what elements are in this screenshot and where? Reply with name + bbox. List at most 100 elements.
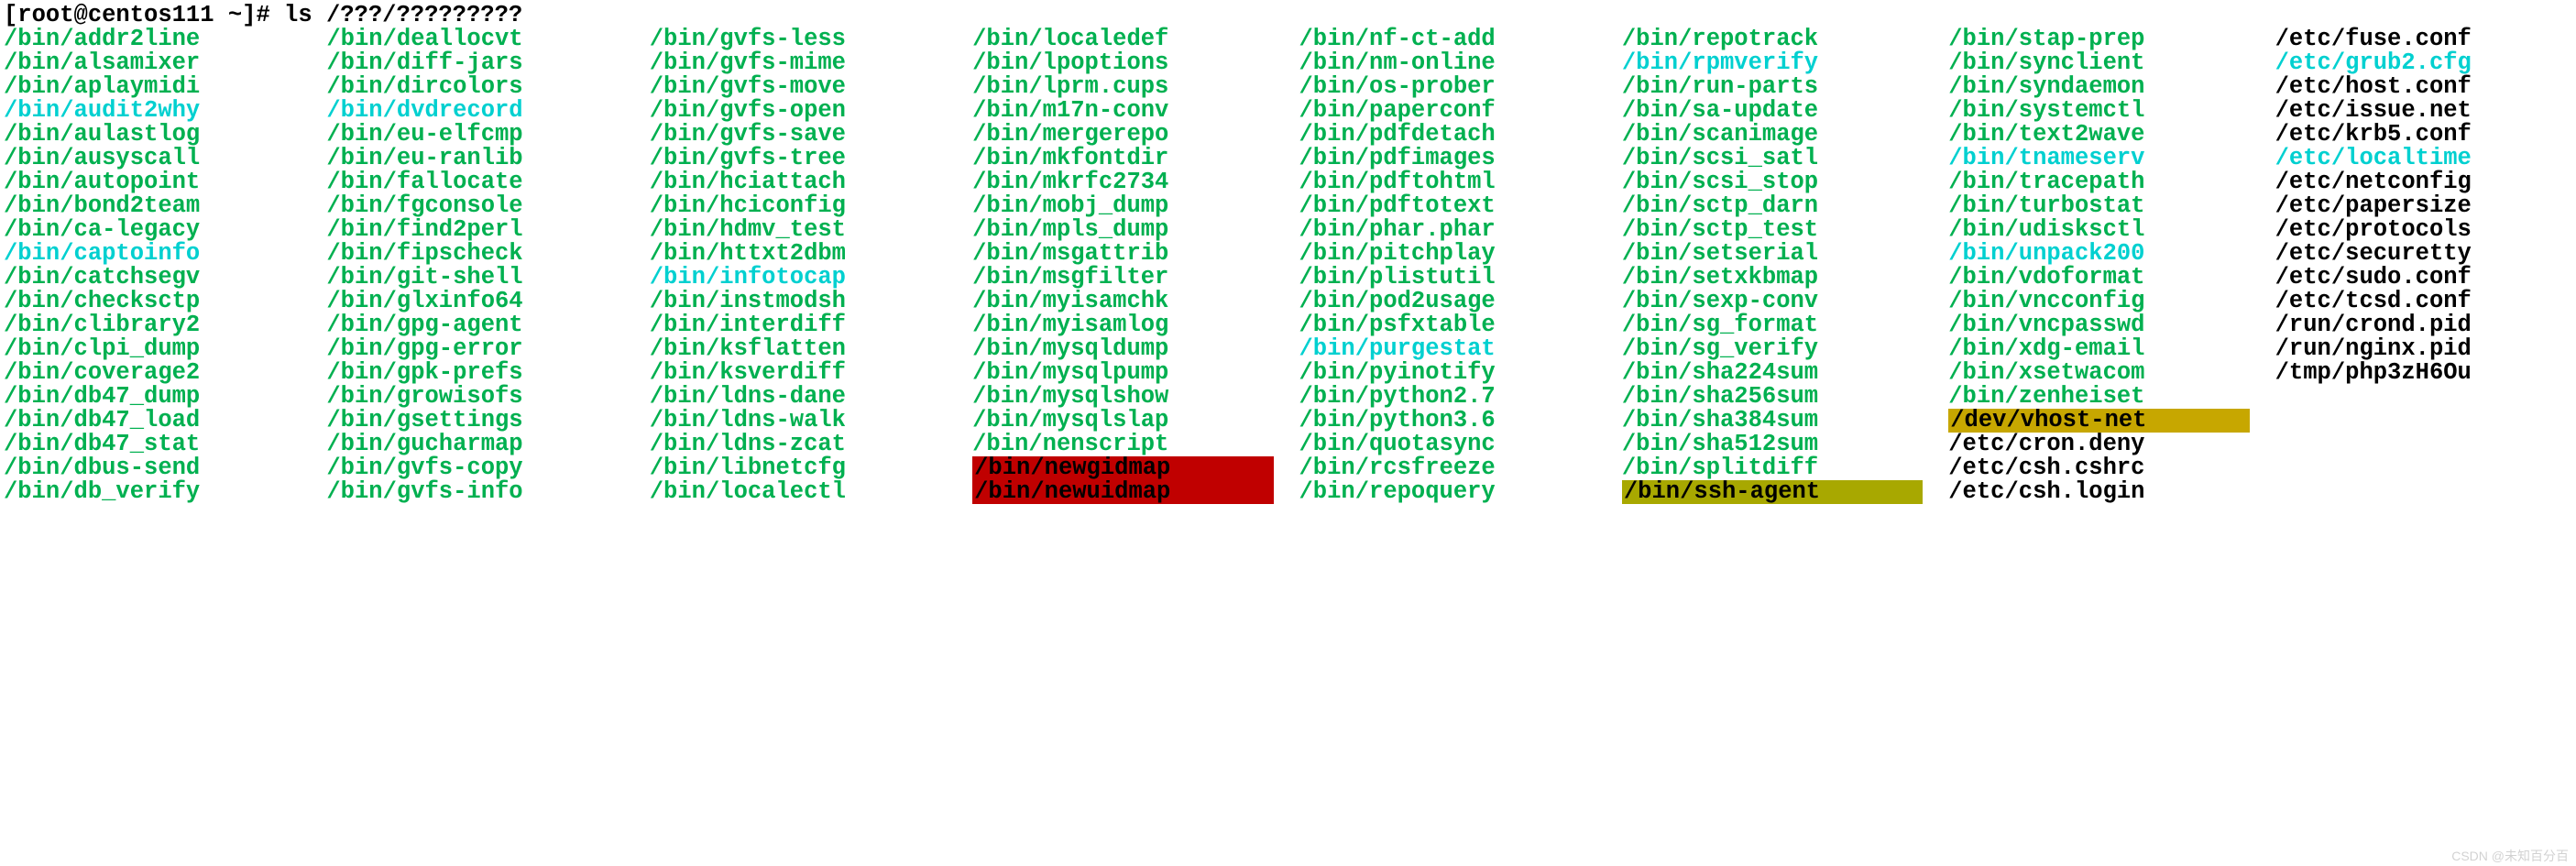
file-entry: /bin/ksverdiff xyxy=(650,361,947,385)
file-entry: /bin/xdg-email xyxy=(1948,337,2249,361)
file-entry: /bin/gucharmap xyxy=(326,433,623,456)
file-entry: /bin/gvfs-less xyxy=(650,27,947,51)
file-entry: /bin/turbostat xyxy=(1948,194,2249,218)
file-entry: /bin/vncconfig xyxy=(1948,290,2249,313)
file-entry: /bin/aplaymidi xyxy=(4,75,301,99)
file-entry: /etc/cron.deny xyxy=(1948,433,2249,456)
file-entry: /bin/infotocap xyxy=(650,266,947,290)
file-entry: /bin/phar.phar xyxy=(1299,218,1596,242)
file-entry: /bin/text2wave xyxy=(1948,123,2249,147)
file-entry: /bin/run-parts xyxy=(1622,75,1923,99)
file-entry: /bin/pod2usage xyxy=(1299,290,1596,313)
file-entry: /bin/hdmv_test xyxy=(650,218,947,242)
file-entry: /bin/pyinotify xyxy=(1299,361,1596,385)
file-entry: /bin/nf-ct-add xyxy=(1299,27,1596,51)
file-entry: /bin/ldns-dane xyxy=(650,385,947,409)
file-entry: /bin/setxkbmap xyxy=(1622,266,1923,290)
file-entry: /bin/sha224sum xyxy=(1622,361,1923,385)
file-entry: /bin/find2perl xyxy=(326,218,623,242)
file-entry: /bin/mkfontdir xyxy=(972,147,1273,170)
file-entry: /bin/vncpasswd xyxy=(1948,313,2249,337)
file-entry: /bin/mobj_dump xyxy=(972,194,1273,218)
file-entry: /bin/synclient xyxy=(1948,51,2249,75)
file-entry: /bin/bond2team xyxy=(4,194,301,218)
file-entry: /bin/libnetcfg xyxy=(650,456,947,480)
file-entry: /bin/scanimage xyxy=(1622,123,1923,147)
file-entry: /bin/vdoformat xyxy=(1948,266,2249,290)
file-entry: /bin/eu-ranlib xyxy=(326,147,623,170)
file-entry: /bin/lprm.cups xyxy=(972,75,1273,99)
file-entry: /bin/coverage2 xyxy=(4,361,301,385)
file-entry: /bin/fallocate xyxy=(326,170,623,194)
file-entry: /bin/nm-online xyxy=(1299,51,1596,75)
file-entry: /bin/lpoptions xyxy=(972,51,1273,75)
file-entry: /bin/systemctl xyxy=(1948,99,2249,123)
ls-column: /bin/addr2line/bin/alsamixer/bin/aplaymi… xyxy=(4,27,301,504)
file-entry: /bin/gvfs-tree xyxy=(650,147,947,170)
file-entry: /bin/m17n-conv xyxy=(972,99,1273,123)
ls-column: /bin/localedef/bin/lpoptions/bin/lprm.cu… xyxy=(972,27,1273,504)
file-entry: /bin/ldns-zcat xyxy=(650,433,947,456)
file-entry: /etc/issue.net xyxy=(2275,99,2572,123)
file-entry: /bin/rcsfreeze xyxy=(1299,456,1596,480)
file-entry: /bin/autopoint xyxy=(4,170,301,194)
file-entry: /etc/papersize xyxy=(2275,194,2572,218)
file-entry: /run/nginx.pid xyxy=(2275,337,2572,361)
file-entry: /bin/mysqlshow xyxy=(972,385,1273,409)
file-entry: /bin/psfxtable xyxy=(1299,313,1596,337)
file-entry: /etc/securetty xyxy=(2275,242,2572,266)
file-entry: /bin/sha256sum xyxy=(1622,385,1923,409)
file-entry: /bin/mysqlpump xyxy=(972,361,1273,385)
file-entry: /bin/diff-jars xyxy=(326,51,623,75)
file-entry: /bin/python3.6 xyxy=(1299,409,1596,433)
file-entry: /bin/pdftotext xyxy=(1299,194,1596,218)
file-entry: /bin/mysqldump xyxy=(972,337,1273,361)
file-entry: /bin/ldns-walk xyxy=(650,409,947,433)
file-entry: /etc/tcsd.conf xyxy=(2275,290,2572,313)
file-entry: /bin/clibrary2 xyxy=(4,313,301,337)
file-entry: /bin/checksctp xyxy=(4,290,301,313)
file-entry: /bin/gvfs-save xyxy=(650,123,947,147)
ls-column: /bin/stap-prep/bin/synclient/bin/syndaem… xyxy=(1948,27,2249,504)
file-entry: /bin/db47_dump xyxy=(4,385,301,409)
ls-output-grid: /bin/addr2line/bin/alsamixer/bin/aplaymi… xyxy=(4,27,2572,504)
file-entry: /bin/sg_format xyxy=(1622,313,1923,337)
file-entry: /bin/quotasync xyxy=(1299,433,1596,456)
file-entry: /bin/rpmverify xyxy=(1622,51,1923,75)
file-entry: /bin/gvfs-move xyxy=(650,75,947,99)
file-entry: /bin/db47_load xyxy=(4,409,301,433)
file-entry: /bin/glxinfo64 xyxy=(326,290,623,313)
file-entry: /bin/gsettings xyxy=(326,409,623,433)
file-entry: /dev/vhost-net xyxy=(1948,409,2249,433)
file-entry: /bin/addr2line xyxy=(4,27,301,51)
file-entry: /bin/db_verify xyxy=(4,480,301,504)
file-entry: /bin/mysqlslap xyxy=(972,409,1273,433)
file-entry: /bin/purgestat xyxy=(1299,337,1596,361)
file-entry: /etc/fuse.conf xyxy=(2275,27,2572,51)
ls-column: /bin/repotrack/bin/rpmverify/bin/run-par… xyxy=(1622,27,1923,504)
file-entry: /bin/setserial xyxy=(1622,242,1923,266)
file-entry: /bin/udisksctl xyxy=(1948,218,2249,242)
file-entry: /bin/tracepath xyxy=(1948,170,2249,194)
file-entry: /bin/ausyscall xyxy=(4,147,301,170)
file-entry: /bin/httxt2dbm xyxy=(650,242,947,266)
file-entry: /bin/unpack200 xyxy=(1948,242,2249,266)
file-entry: /bin/os-prober xyxy=(1299,75,1596,99)
file-entry: /bin/tnameserv xyxy=(1948,147,2249,170)
file-entry: /bin/ksflatten xyxy=(650,337,947,361)
file-entry: /bin/sctp_test xyxy=(1622,218,1923,242)
file-entry: /etc/localtime xyxy=(2275,147,2572,170)
file-entry: /bin/msgattrib xyxy=(972,242,1273,266)
file-entry: /bin/myisamlog xyxy=(972,313,1273,337)
file-entry: /bin/gvfs-copy xyxy=(326,456,623,480)
file-entry: /bin/sha384sum xyxy=(1622,409,1923,433)
file-entry: /bin/mpls_dump xyxy=(972,218,1273,242)
file-entry: /bin/sctp_darn xyxy=(1622,194,1923,218)
file-entry: /bin/pdfdetach xyxy=(1299,123,1596,147)
file-entry: /bin/myisamchk xyxy=(972,290,1273,313)
file-entry: /tmp/php3zH6Ou xyxy=(2275,361,2572,385)
file-entry: /etc/krb5.conf xyxy=(2275,123,2572,147)
file-entry: /bin/ssh-agent xyxy=(1622,480,1923,504)
file-entry: /bin/repotrack xyxy=(1622,27,1923,51)
file-entry: /bin/dvdrecord xyxy=(326,99,623,123)
